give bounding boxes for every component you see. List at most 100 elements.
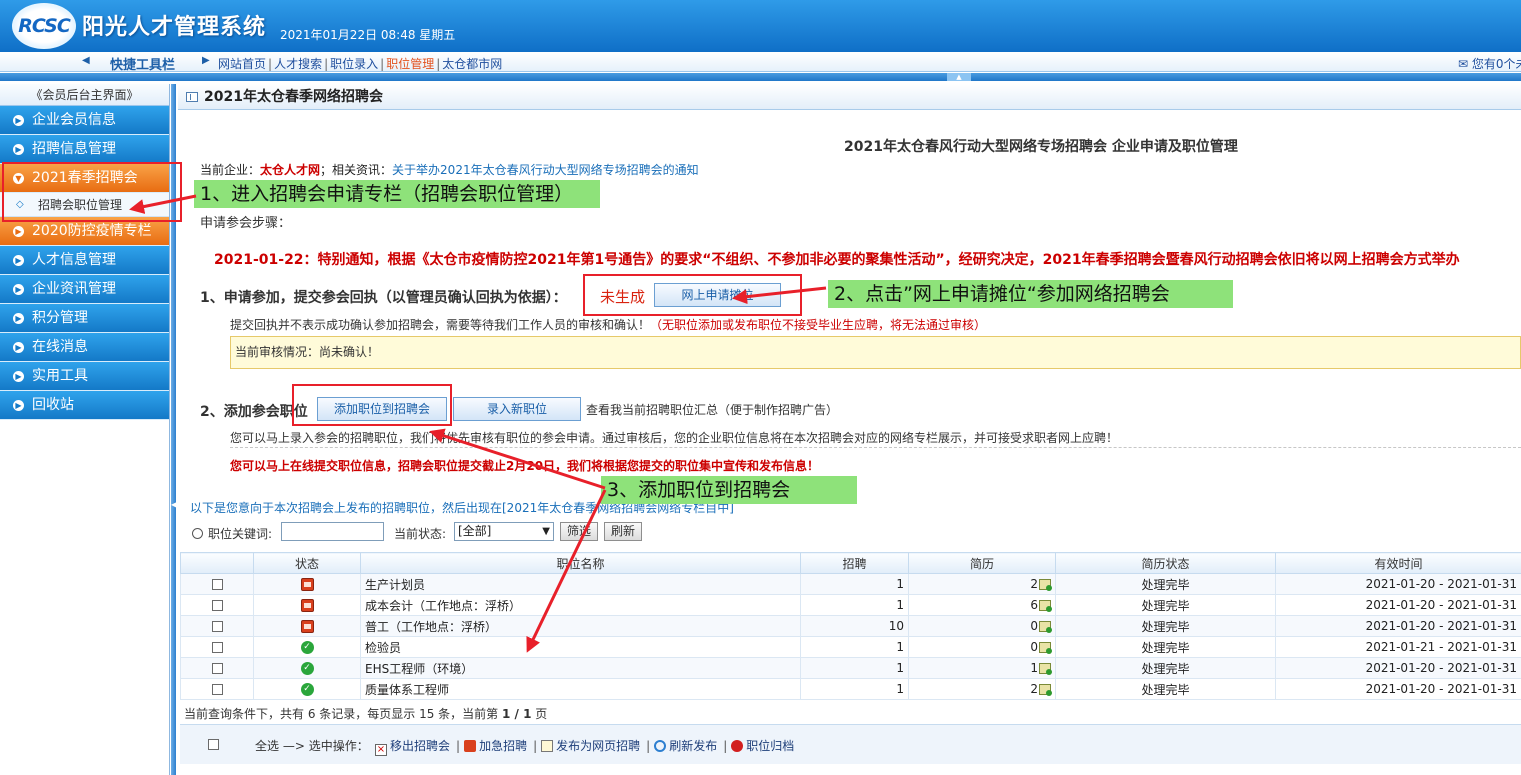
- col-resume: 简历: [908, 552, 1056, 574]
- pagination-suffix: 页: [531, 707, 548, 721]
- arrow-circle-icon: ▶: [13, 255, 24, 266]
- row-resume-status: 处理完毕: [1055, 678, 1276, 700]
- sidebar-item-label: 积分管理: [32, 310, 88, 326]
- row-resume-status: 处理完毕: [1055, 573, 1276, 595]
- row-resume-cell[interactable]: 0: [908, 615, 1056, 637]
- row-select-cell: [180, 657, 254, 679]
- row-select-cell: [180, 636, 254, 658]
- resume-icon[interactable]: [1039, 600, 1052, 612]
- select-all-checkbox[interactable]: [208, 739, 219, 750]
- sidebar-item-label: 回收站: [32, 397, 74, 413]
- row-job-name[interactable]: 普工（工作地点：浮桥）: [360, 615, 801, 637]
- status-select[interactable]: [全部] ▼: [454, 522, 554, 541]
- unread-message-text: 您有0个未读消息: [1471, 57, 1521, 71]
- row-resume-cell[interactable]: 6: [908, 594, 1056, 616]
- row-job-name[interactable]: EHS工程师（环境）: [360, 657, 801, 679]
- enter-new-job-button[interactable]: 录入新职位: [453, 397, 581, 421]
- row-select-cell: [180, 615, 254, 637]
- arrow-circle-icon: ▶: [13, 144, 24, 155]
- table-row[interactable]: 成本会计（工作地点：浮桥） 1 6 处理完毕 2021-01-20 - 2021-01-…: [180, 594, 1521, 616]
- link-home[interactable]: 网站首页: [218, 57, 266, 71]
- search-icon: [192, 528, 203, 539]
- row-job-name[interactable]: 成本会计（工作地点：浮桥）: [360, 594, 801, 616]
- row-checkbox[interactable]: [211, 684, 223, 695]
- archive-job-button[interactable]: 职位归档: [731, 737, 794, 754]
- resume-icon[interactable]: [1039, 642, 1052, 654]
- row-recruit: 1: [800, 678, 909, 700]
- resume-icon[interactable]: [1039, 579, 1052, 591]
- row-resume-cell[interactable]: 2: [908, 573, 1056, 595]
- resume-icon[interactable]: [1039, 684, 1052, 696]
- col-valid-time: 有效时间: [1275, 552, 1521, 574]
- rcsc-logo[interactable]: RCSC: [12, 3, 76, 49]
- annotation-step3: 3、添加职位到招聘会: [601, 476, 857, 504]
- row-status-cell: ✓: [253, 657, 361, 679]
- row-job-name[interactable]: 生产计划员: [360, 573, 801, 595]
- divider: [230, 447, 1521, 448]
- row-checkbox[interactable]: [211, 621, 223, 632]
- refresh-publish-button[interactable]: 刷新发布: [654, 737, 717, 754]
- system-title: 阳光人才管理系统: [82, 15, 267, 40]
- row-job-name[interactable]: 质量体系工程师: [360, 678, 801, 700]
- table-row[interactable]: ✓ EHS工程师（环境） 1 1 处理完毕 2021-01-20 - 2021-01-31: [180, 657, 1521, 679]
- link-talent-search[interactable]: 人才搜索: [274, 57, 322, 71]
- step1-title: 1、申请参加，提交参会回执（以管理员确认回执为依据）：: [200, 290, 567, 306]
- resume-icon[interactable]: [1039, 621, 1052, 633]
- keyword-input[interactable]: [281, 522, 384, 541]
- sidebar-item-news[interactable]: ▶ 企业资讯管理: [0, 275, 169, 304]
- row-checkbox[interactable]: [211, 663, 223, 674]
- sidebar-item-label: 企业资讯管理: [32, 281, 116, 297]
- row-checkbox[interactable]: [211, 579, 223, 590]
- remove-from-fair-button[interactable]: × 移出招聘会: [375, 737, 450, 756]
- table-row[interactable]: ✓ 质量体系工程师 1 2 处理完毕 2021-01-20 - 2021-01-31: [180, 678, 1521, 700]
- table-row[interactable]: ✓ 检验员 1 0 处理完毕 2021-01-21 - 2021-01-31: [180, 636, 1521, 658]
- refresh-button[interactable]: 刷新: [604, 522, 642, 541]
- link-job-management[interactable]: 职位管理: [386, 57, 434, 71]
- job-summary-link[interactable]: 查看我当前招聘职位汇总（便于制作招聘广告）: [586, 401, 838, 418]
- header-datetime: 2021年01月22日 08:48 星期五: [280, 28, 456, 42]
- sidebar-item-talent-info[interactable]: ▶ 人才信息管理: [0, 246, 169, 275]
- link-taicang-city[interactable]: 太仓都市网: [442, 57, 502, 71]
- pagination-prefix: 当前查询条件下，共有 6 条记录，每页显示 15 条，当前第: [184, 707, 502, 721]
- table-row[interactable]: 普工（工作地点：浮桥） 10 0 处理完毕 2021-01-20 - 2021-01-3…: [180, 615, 1521, 637]
- filter-button[interactable]: 筛选: [560, 522, 598, 541]
- sidebar-item-enterprise-info[interactable]: ▶ 企业会员信息: [0, 106, 169, 135]
- row-recruit: 1: [800, 594, 909, 616]
- publish-web-button[interactable]: 发布为网页招聘: [541, 737, 640, 754]
- sidebar-item-online-messages[interactable]: ▶ 在线消息: [0, 333, 169, 362]
- table-row[interactable]: 生产计划员 1 2 处理完毕 2021-01-20 - 2021-01-31: [180, 573, 1521, 595]
- arrow-circle-icon: ▶: [13, 226, 24, 237]
- pagination-info: 当前查询条件下，共有 6 条记录，每页显示 15 条，当前第 1 / 1 页: [184, 705, 547, 722]
- row-select-cell: [180, 573, 254, 595]
- urgent-recruit-button[interactable]: 加急招聘: [464, 737, 527, 754]
- unread-message-link[interactable]: ✉ 您有0个未读消息: [1458, 55, 1521, 72]
- collapse-sidebar-icon[interactable]: ◀: [171, 500, 177, 509]
- annotation-box-apply: [583, 274, 802, 316]
- special-notice: 2021-01-22：特别通知，根据《太仓市疫情防控2021年第1号通告》的要求…: [214, 252, 1460, 268]
- edit-page-icon: [541, 740, 554, 752]
- triangle-left-icon[interactable]: ◀: [82, 55, 90, 66]
- row-resume-cell[interactable]: 0: [908, 636, 1056, 658]
- triangle-right-icon: ▶: [202, 55, 210, 66]
- step2-note: 您可以马上录入参会的招聘职位，我们将优先审核有职位的参会申请。通过审核后，您的企…: [230, 431, 1119, 445]
- row-checkbox[interactable]: [211, 642, 223, 653]
- sidebar-item-recycle-bin[interactable]: ▶ 回收站: [0, 391, 169, 420]
- row-job-name[interactable]: 检验员: [360, 636, 801, 658]
- filter-row: 职位关键词: 当前状态: [全部] ▼ 筛选 刷新: [190, 522, 790, 544]
- row-resume-cell[interactable]: 1: [908, 657, 1056, 679]
- row-resume-cell[interactable]: 2: [908, 678, 1056, 700]
- row-valid-time: 2021-01-20 - 2021-01-31: [1275, 657, 1521, 679]
- annotation-box-sidebar: [2, 162, 182, 222]
- row-checkbox[interactable]: [211, 600, 223, 611]
- op-label: 移出招聘会: [390, 739, 451, 753]
- fair-notice-link[interactable]: 关于举办2021年太仓春风行动大型网络专场招聘会的通知: [392, 163, 699, 177]
- sidebar-item-points[interactable]: ▶ 积分管理: [0, 304, 169, 333]
- sidebar-header[interactable]: 《会员后台主界面》: [0, 84, 169, 106]
- resume-icon[interactable]: [1039, 663, 1052, 675]
- link-job-entry[interactable]: 职位录入: [330, 57, 378, 71]
- sidebar-item-recruit-info[interactable]: ▶ 招聘信息管理: [0, 135, 169, 164]
- collapse-header-toggle[interactable]: ▲: [947, 73, 971, 81]
- sidebar-item-tools[interactable]: ▶ 实用工具: [0, 362, 169, 391]
- bulk-label: 全选 —> 选中操作：: [255, 737, 369, 754]
- panel-title-text: 2021年太仓春季网络招聘会: [204, 89, 383, 105]
